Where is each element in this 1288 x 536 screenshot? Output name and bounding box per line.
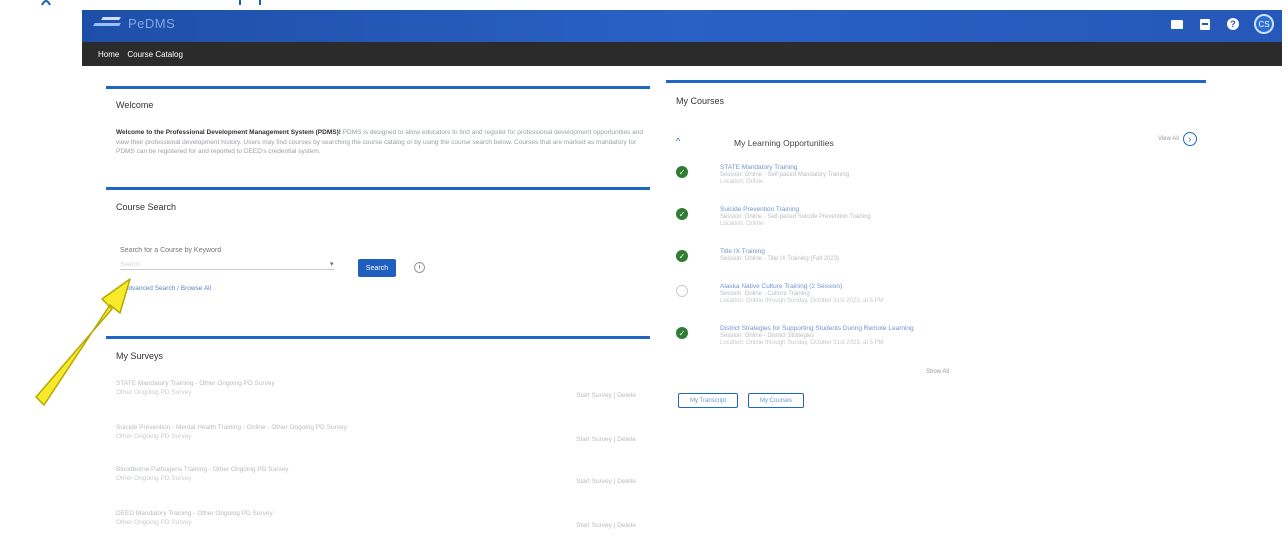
- course-session: Session: Online - Self-paced Mandatory T…: [720, 172, 850, 178]
- course-session: Session: Online - Self-paced Suicide Pre…: [720, 214, 871, 220]
- course-location: Location: Online: [720, 179, 764, 185]
- course-text: Suicide Prevention Training Session: Onl…: [720, 206, 871, 227]
- yellow-arrow-annotation: [35, 278, 131, 406]
- nav-course-catalog[interactable]: Course Catalog: [127, 50, 183, 59]
- survey-row: DEED Mandatory Training - Other Ongoing …: [116, 510, 646, 536]
- learning-opportunities-title: My Learning Opportunities: [734, 138, 834, 148]
- course-location: Location: Online: [720, 221, 764, 227]
- course-text: Alaska Native Culture Training (2 Sessio…: [720, 283, 884, 304]
- chevron-right-icon[interactable]: ›: [1182, 132, 1197, 146]
- survey-actions[interactable]: Start Survey | Delete: [576, 436, 636, 443]
- welcome-intro: Welcome to the Professional Development …: [116, 129, 341, 136]
- course-session: Session: Online - Title IX Training (Fal…: [720, 256, 840, 262]
- course-title-link[interactable]: Alaska Native Culture Training (2 Sessio…: [720, 283, 884, 290]
- course-location: Location: Online through Sunday, October…: [720, 298, 884, 304]
- survey-actions[interactable]: Start Survey | Delete: [576, 522, 636, 529]
- survey-row: Suicide Prevention - Mental Health Train…: [116, 424, 646, 454]
- survey-title-link[interactable]: Suicide Prevention - Mental Health Train…: [116, 424, 646, 431]
- chevron-up-icon[interactable]: ^: [676, 136, 680, 146]
- survey-subtitle: Other Ongoing PD Survey: [116, 433, 192, 440]
- info-icon[interactable]: i: [414, 262, 425, 273]
- view-all-label: View All: [1158, 136, 1179, 142]
- check-icon: ✓: [676, 166, 688, 178]
- course-session: Session: Online - District Strategies: [720, 333, 815, 339]
- check-icon: ✓: [676, 250, 688, 262]
- course-session: Session: Online - Culture Training: [720, 291, 810, 297]
- my-courses-button[interactable]: My Courses: [748, 393, 804, 408]
- course-text: STATE Mandatory Training Session: Online…: [720, 164, 849, 185]
- my-courses-title: My Courses: [676, 96, 725, 106]
- survey-subtitle: Other Ongoing PD Survey: [116, 519, 192, 526]
- course-text: District Strategies for Supporting Stude…: [720, 325, 914, 346]
- nav-home[interactable]: Home: [98, 50, 119, 59]
- app-header: PeDMS ? CS: [82, 10, 1282, 42]
- course-search-title: Course Search: [116, 202, 177, 212]
- show-all-link[interactable]: Show All: [926, 369, 949, 375]
- pending-circle-icon: [676, 285, 688, 297]
- view-all-link[interactable]: View All ›: [1158, 132, 1197, 146]
- course-search-panel: Course Search Search ▾ Search i Advanced…: [106, 187, 650, 322]
- course-location: Location: Online through Sunday, October…: [720, 340, 884, 346]
- welcome-text: Welcome to the Professional Development …: [116, 128, 646, 157]
- my-surveys-panel: My Surveys STATE Mandatory Training - Ot…: [106, 336, 650, 536]
- panel-top-rule: [666, 80, 1206, 83]
- survey-actions[interactable]: Start Survey | Delete: [576, 392, 636, 399]
- search-button[interactable]: Search: [358, 259, 396, 277]
- survey-title-link[interactable]: DEED Mandatory Training - Other Ongoing …: [116, 510, 646, 517]
- survey-subtitle: Other Ongoing PD Survey: [116, 389, 192, 396]
- my-transcript-button[interactable]: My Transcript: [678, 393, 738, 408]
- help-icon[interactable]: ?: [1226, 17, 1240, 31]
- avatar[interactable]: CS: [1254, 14, 1274, 34]
- header-icons: ? CS: [1170, 14, 1274, 34]
- logo-text: PeDMS: [128, 16, 176, 31]
- chevron-down-icon[interactable]: ▾: [330, 260, 334, 268]
- survey-title-link[interactable]: STATE Mandatory Training - Other Ongoing…: [116, 380, 646, 387]
- course-text: Title IX Training Session: Online - Titl…: [720, 248, 839, 263]
- course-search-input[interactable]: [120, 243, 280, 257]
- cut-off-heading: [41, 0, 261, 6]
- panel-top-rule: [106, 86, 650, 89]
- mail-icon[interactable]: [1170, 17, 1184, 31]
- survey-actions[interactable]: Start Survey | Delete: [576, 478, 636, 485]
- welcome-title: Welcome: [116, 100, 154, 110]
- panel-top-rule: [106, 336, 650, 339]
- logo-mark-icon: [94, 17, 122, 31]
- survey-title-link[interactable]: Bloodborne Pathogens Training - Other On…: [116, 466, 646, 473]
- survey-row: Bloodborne Pathogens Training - Other On…: [116, 466, 646, 496]
- my-courses-panel: My Courses ^ My Learning Opportunities V…: [666, 80, 1206, 430]
- check-icon: ✓: [676, 327, 688, 339]
- survey-subtitle: Other Ongoing PD Survey: [116, 475, 192, 482]
- course-title-link[interactable]: District Strategies for Supporting Stude…: [720, 325, 914, 332]
- panel-top-rule: [106, 187, 650, 190]
- welcome-panel: Welcome Welcome to the Professional Deve…: [106, 86, 650, 186]
- check-icon: ✓: [676, 208, 688, 220]
- course-title-link[interactable]: Suicide Prevention Training: [720, 206, 871, 213]
- main-nav: Home Course Catalog: [82, 42, 1282, 66]
- app-logo[interactable]: PeDMS: [94, 16, 175, 31]
- course-title-link[interactable]: Title IX Training: [720, 248, 839, 255]
- survey-row: STATE Mandatory Training - Other Ongoing…: [116, 380, 646, 410]
- course-title-link[interactable]: STATE Mandatory Training: [720, 164, 849, 171]
- calendar-icon[interactable]: [1198, 17, 1212, 31]
